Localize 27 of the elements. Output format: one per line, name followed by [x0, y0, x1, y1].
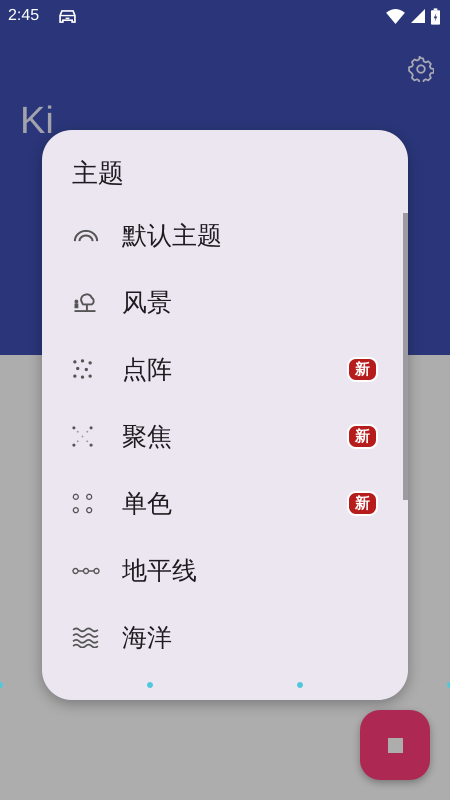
dialog-title: 主题: [71, 158, 125, 191]
battery-icon: [431, 8, 440, 24]
theme-option[interactable]: 风景: [42, 269, 402, 336]
theme-option[interactable]: 地平线: [42, 537, 402, 604]
theme-option[interactable]: 海洋: [42, 604, 402, 671]
settings-icon[interactable]: [408, 56, 434, 82]
signal-icon: [411, 9, 425, 23]
circles-icon: [72, 493, 93, 514]
tree-icon: [72, 292, 98, 313]
stop-icon: [388, 738, 402, 752]
new-badge: 新: [347, 357, 378, 382]
arc-icon: [72, 229, 100, 242]
app-title: Ki: [19, 99, 55, 140]
theme-option[interactable]: 单色 新: [42, 470, 402, 537]
dots-icon: [72, 359, 93, 380]
dots-icon: [72, 426, 93, 447]
stop-button[interactable]: [360, 710, 430, 780]
horizon-icon: [72, 566, 100, 576]
theme-option[interactable]: 默认主题: [42, 202, 402, 269]
new-badge: 新: [347, 491, 378, 516]
status-time: 2:45: [8, 7, 40, 25]
theme-option[interactable]: 聚焦 新: [42, 403, 402, 470]
waves-icon: [72, 627, 99, 648]
car-icon: [59, 10, 76, 22]
new-badge: 新: [347, 424, 378, 449]
wifi-icon: [386, 8, 405, 24]
theme-option[interactable]: 点阵 新: [42, 336, 402, 403]
